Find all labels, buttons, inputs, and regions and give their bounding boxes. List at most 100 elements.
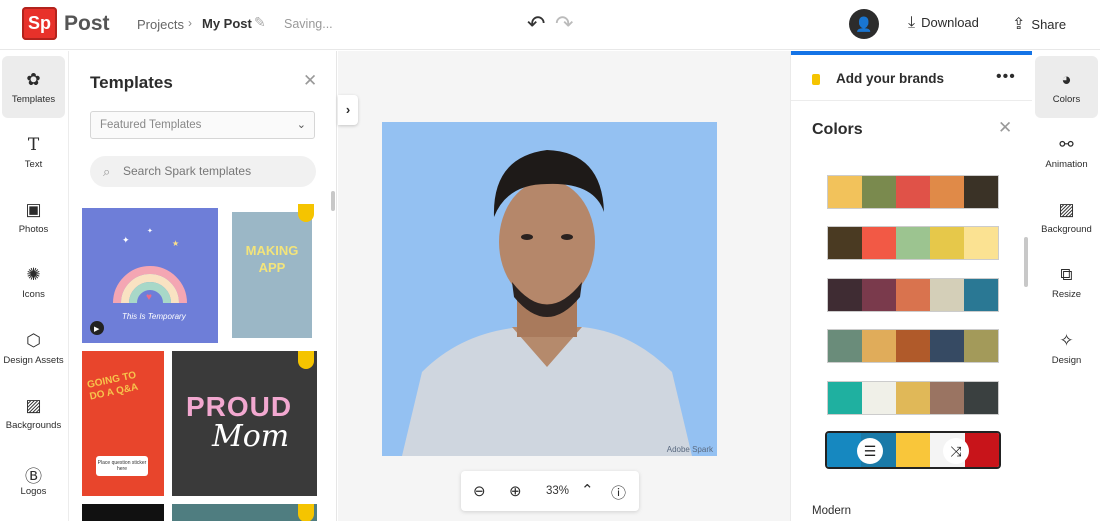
invite-collaborator-button[interactable]: 👤 xyxy=(849,9,879,39)
template-search-input[interactable]: ⌕ Search Spark templates xyxy=(90,156,316,187)
top-bar: Sp Post Projects › My Post ✎ Saving... ↶… xyxy=(0,0,1100,50)
color-swatch xyxy=(896,382,930,414)
svg-text:★: ★ xyxy=(172,239,179,248)
breadcrumb-separator-icon: › xyxy=(188,16,192,30)
color-palette[interactable] xyxy=(827,175,999,209)
icons-icon: ✺ xyxy=(26,265,41,284)
photos-icon: ▣ xyxy=(25,200,42,219)
color-swatch xyxy=(828,330,862,362)
zoom-level[interactable]: 33% xyxy=(546,485,569,497)
template-thumbnail[interactable]: MAKING APP xyxy=(232,212,312,338)
template-sticker: Place question sticker here xyxy=(96,456,148,476)
breadcrumb-projects[interactable]: Projects xyxy=(137,17,184,32)
color-swatch xyxy=(930,330,964,362)
shuffle-icon[interactable]: ⤨ xyxy=(943,438,969,464)
undo-icon[interactable]: ↶ xyxy=(527,11,545,37)
premium-badge-icon xyxy=(298,204,314,222)
resize-icon: ⧉ xyxy=(1060,265,1073,284)
nav-text[interactable]: T Text xyxy=(2,121,65,183)
color-swatch xyxy=(964,382,998,414)
template-thumbnail[interactable]: GOING TO DO A Q&A Place question sticker… xyxy=(82,351,164,496)
svg-text:♥: ♥ xyxy=(146,292,152,303)
nav-resize[interactable]: ⧉ Resize xyxy=(1035,251,1098,313)
color-swatch xyxy=(828,227,862,259)
share-button[interactable]: ⇪ Share xyxy=(1012,14,1066,34)
nav-photos[interactable]: ▣ Photos xyxy=(2,186,65,248)
nav-backgrounds[interactable]: ▨ Backgrounds xyxy=(2,382,65,444)
color-swatch xyxy=(896,227,930,259)
colors-scrollbar[interactable] xyxy=(1024,237,1028,287)
color-palette[interactable] xyxy=(827,278,999,312)
text-icon: T xyxy=(27,135,40,155)
color-swatch xyxy=(896,330,930,362)
nav-design[interactable]: ✧ Design xyxy=(1035,317,1098,379)
portrait-photo xyxy=(402,150,692,456)
premium-badge-icon xyxy=(298,504,314,521)
color-swatch xyxy=(964,330,998,362)
section-label: Modern xyxy=(812,505,851,517)
premium-badge-icon xyxy=(298,351,314,369)
nav-animation[interactable]: ⚯ Animation xyxy=(1035,121,1098,183)
nav-logos[interactable]: Ⓑ Logos xyxy=(2,448,65,510)
template-caption: Mom xyxy=(212,419,290,454)
templates-panel: Templates ✕ Featured Templates ⌄ ⌕ Searc… xyxy=(70,51,337,521)
nav-background[interactable]: ▨ Background xyxy=(1035,186,1098,248)
nav-templates[interactable]: ✿ Templates xyxy=(2,56,65,118)
spark-logo[interactable]: Sp xyxy=(22,7,57,40)
share-icon: ⇪ xyxy=(1012,16,1026,33)
template-thumbnail[interactable]: PROUD Mom xyxy=(172,351,317,496)
template-thumbnail[interactable] xyxy=(82,504,164,521)
adjust-palette-icon[interactable]: ☰ xyxy=(857,438,883,464)
chevron-down-icon: ⌄ xyxy=(296,119,306,131)
template-caption: MAKING APP xyxy=(245,243,299,275)
download-button[interactable]: ⤓ Download xyxy=(908,14,979,32)
info-icon[interactable]: ⓘ xyxy=(611,482,626,503)
close-icon[interactable]: ✕ xyxy=(303,71,317,91)
color-palette[interactable] xyxy=(827,329,999,363)
logos-icon: Ⓑ xyxy=(25,467,42,486)
chevron-up-icon[interactable]: ⌃ xyxy=(581,481,594,499)
redo-icon[interactable]: ↷ xyxy=(555,11,573,37)
templates-panel-title: Templates xyxy=(90,73,173,92)
watermark: Adobe Spark xyxy=(666,445,713,454)
colors-panel: Add your brands ••• Colors ✕ ☰ ⤨ Modern xyxy=(790,51,1032,521)
color-swatch xyxy=(828,279,862,311)
rainbow-illustration: ♥ ✦ ★ ✦ ▶ xyxy=(90,227,187,335)
svg-text:✦: ✦ xyxy=(147,227,153,235)
color-swatch xyxy=(895,433,931,467)
document-title[interactable]: My Post xyxy=(202,16,252,31)
color-swatch xyxy=(964,279,998,311)
close-icon[interactable]: ✕ xyxy=(998,118,1012,138)
design-canvas[interactable]: Adobe Spark xyxy=(382,122,717,456)
animation-icon: ⚯ xyxy=(1059,135,1074,154)
color-swatch xyxy=(964,176,998,208)
app-name: Post xyxy=(64,12,110,35)
templates-scrollbar[interactable] xyxy=(331,191,335,211)
nav-design-assets[interactable]: ⬡ Design Assets xyxy=(2,317,65,379)
nav-colors[interactable]: ◕ Colors xyxy=(1035,56,1098,118)
search-icon: ⌕ xyxy=(103,164,111,179)
download-icon: ⤓ xyxy=(908,14,916,31)
selected-palette[interactable]: ☰ ⤨ xyxy=(825,431,1001,469)
template-thumbnail[interactable] xyxy=(172,504,317,521)
nav-icons[interactable]: ✺ Icons xyxy=(2,251,65,313)
color-swatch xyxy=(862,176,896,208)
brand-row[interactable]: Add your brands ••• xyxy=(791,55,1032,101)
color-swatch xyxy=(862,382,896,414)
brand-icon xyxy=(812,74,820,85)
zoom-in-icon[interactable]: ⊕ xyxy=(509,482,522,500)
color-swatch xyxy=(862,330,896,362)
color-swatch xyxy=(862,227,896,259)
zoom-out-icon[interactable]: ⊖ xyxy=(473,482,486,500)
template-category-select[interactable]: Featured Templates ⌄ xyxy=(90,111,315,139)
backgrounds-icon: ▨ xyxy=(25,396,42,415)
color-swatch xyxy=(964,227,998,259)
zoom-toolbar: ⊖ ⊕ 33% ⌃ ⓘ xyxy=(461,471,639,511)
more-options-icon[interactable]: ••• xyxy=(996,68,1016,86)
color-palette[interactable] xyxy=(827,226,999,260)
expand-panel-button[interactable]: › xyxy=(338,95,358,125)
edit-title-icon[interactable]: ✎ xyxy=(254,14,266,31)
template-thumbnail[interactable]: ♥ ✦ ★ ✦ ▶ This Is Temporary xyxy=(82,208,218,343)
chevron-right-icon: › xyxy=(345,102,351,117)
color-palette[interactable] xyxy=(827,381,999,415)
